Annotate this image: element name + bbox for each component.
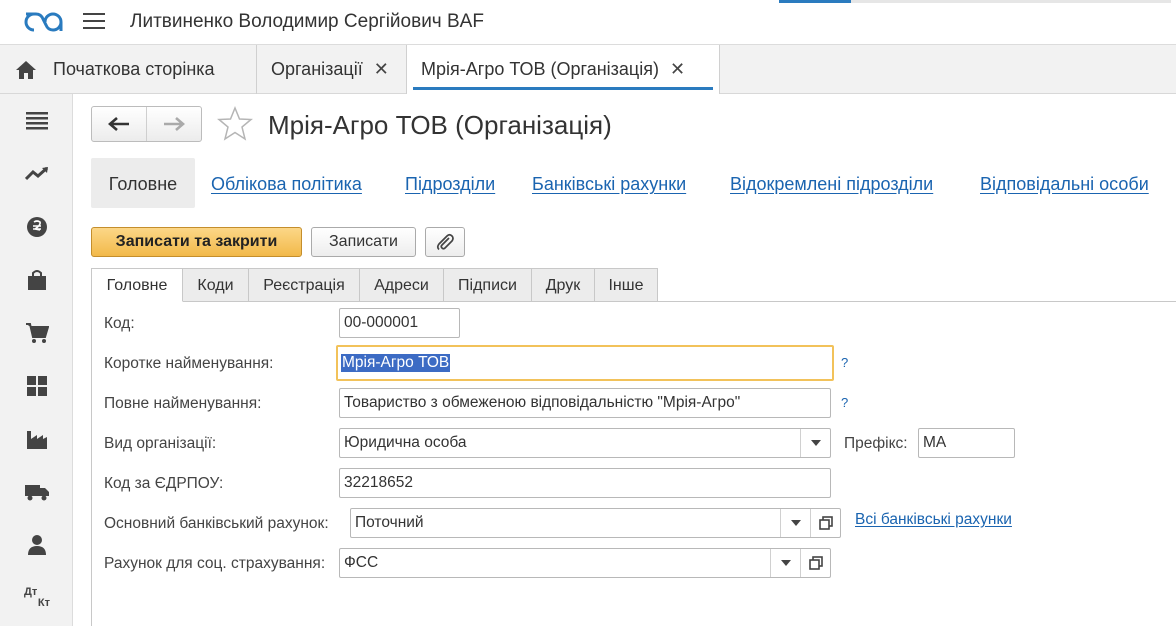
- chevron-down-icon: [790, 520, 801, 526]
- social-account-value: ФСС: [344, 554, 379, 571]
- short-name-label: Коротке найменування:: [104, 355, 274, 372]
- tab-home-label: Початкова сторінка: [53, 59, 215, 79]
- top-bar: Литвиненко Володимир Сергійович BAF: [0, 0, 1176, 44]
- section-main[interactable]: Головне: [91, 158, 195, 208]
- short-name-field[interactable]: Мрія-Агро ТОВ: [336, 345, 834, 381]
- open-window-icon: [808, 556, 823, 570]
- home-icon: [16, 60, 36, 79]
- org-type-value: Юридична особа: [344, 434, 467, 451]
- save-button[interactable]: Записати: [311, 227, 416, 257]
- tab-organizations-label: Організації: [271, 59, 363, 79]
- 1c-logo-icon[interactable]: [22, 11, 64, 33]
- edrpou-field[interactable]: 32218652: [339, 468, 831, 498]
- social-account-select[interactable]: ФСС: [339, 548, 831, 578]
- help-icon[interactable]: ?: [841, 395, 848, 410]
- debit-credit-icon[interactable]: Дт Кт: [24, 585, 50, 611]
- page-title: Мрія-Агро ТОВ (Організація): [268, 110, 612, 140]
- open-window-icon: [818, 516, 833, 530]
- debit-label: Дт: [24, 586, 38, 598]
- section-accounting-policy[interactable]: Облікова політика: [211, 158, 362, 208]
- close-icon[interactable]: ✕: [670, 59, 685, 80]
- short-name-value: Мрія-Агро ТОВ: [341, 354, 451, 372]
- code-field[interactable]: 00-000001: [339, 308, 460, 338]
- tab-organizations[interactable]: Організації ✕: [257, 45, 407, 94]
- tab-registration[interactable]: Реєстрація: [249, 268, 360, 302]
- hamburger-icon[interactable]: [83, 13, 105, 31]
- section-responsible-persons[interactable]: Відповідальні особи: [980, 158, 1149, 208]
- open-windows-bar: Початкова сторінка Організації ✕ Мрія-Аг…: [0, 44, 1176, 94]
- arrow-left-icon: [107, 117, 129, 131]
- top-accent-line: [779, 0, 851, 3]
- paperclip-icon: [436, 233, 454, 251]
- full-name-label: Повне найменування:: [104, 395, 262, 412]
- factory-icon[interactable]: [24, 426, 50, 452]
- chevron-down-icon: [780, 560, 791, 566]
- tab-signatures[interactable]: Підписи: [444, 268, 532, 302]
- trend-icon[interactable]: [24, 161, 50, 187]
- currency-icon[interactable]: [24, 214, 50, 240]
- app-title: Литвиненко Володимир Сергійович BAF: [130, 11, 484, 32]
- section-separate-divisions[interactable]: Відокремлені підрозділи: [730, 158, 933, 208]
- bank-account-select[interactable]: Поточний: [350, 508, 841, 538]
- top-divider-line: [851, 0, 1171, 3]
- cart-icon[interactable]: [24, 320, 50, 346]
- tab-addresses[interactable]: Адреси: [360, 268, 444, 302]
- section-departments[interactable]: Підрозділи: [405, 158, 495, 208]
- code-label: Код:: [104, 315, 135, 332]
- tab-print[interactable]: Друк: [532, 268, 595, 302]
- shopping-bag-icon[interactable]: [24, 267, 50, 293]
- open-button[interactable]: [810, 509, 840, 537]
- navigation-buttons: [91, 106, 202, 142]
- tab-organization-form-label: Мрія-Агро ТОВ (Організація): [421, 59, 659, 79]
- section-bank-accounts[interactable]: Банківські рахунки: [532, 158, 686, 208]
- dropdown-button[interactable]: [770, 549, 800, 577]
- prefix-field[interactable]: МА: [918, 428, 1015, 458]
- credit-label: Кт: [37, 597, 50, 609]
- sections-sidebar: Дт Кт: [0, 94, 73, 626]
- back-button[interactable]: [92, 107, 147, 141]
- open-button[interactable]: [800, 549, 830, 577]
- form-tabs: Головне Коди Реєстрація Адреси Підписи Д…: [91, 268, 1176, 302]
- edrpou-label: Код за ЄДРПОУ:: [104, 475, 224, 492]
- tab-home[interactable]: Початкова сторінка: [0, 45, 257, 94]
- chevron-down-icon: [810, 440, 821, 446]
- person-icon[interactable]: [24, 532, 50, 558]
- dropdown-button[interactable]: [780, 509, 810, 537]
- warehouse-icon[interactable]: [24, 373, 50, 399]
- all-bank-accounts-link[interactable]: Всі банківські рахунки: [855, 511, 1012, 529]
- save-and-close-button[interactable]: Записати та закрити: [91, 227, 302, 257]
- forward-button[interactable]: [147, 107, 202, 141]
- full-name-field[interactable]: Товариство з обмеженою відповідальністю …: [339, 388, 831, 418]
- prefix-label: Префікс:: [844, 435, 908, 452]
- tab-other[interactable]: Інше: [595, 268, 658, 302]
- tab-main[interactable]: Головне: [91, 268, 183, 302]
- tab-codes[interactable]: Коди: [183, 268, 249, 302]
- dropdown-button[interactable]: [800, 429, 830, 457]
- org-type-label: Вид організації:: [104, 435, 217, 452]
- bank-account-label: Основний банківський рахунок:: [104, 515, 329, 532]
- bank-account-value: Поточний: [355, 514, 424, 531]
- form-sections: Головне Облікова політика Підрозділи Бан…: [91, 158, 1176, 208]
- arrow-right-icon: [163, 117, 185, 131]
- help-icon[interactable]: ?: [841, 355, 848, 370]
- truck-icon[interactable]: [24, 479, 50, 505]
- attach-button[interactable]: [425, 227, 465, 257]
- tab-organization-form[interactable]: Мрія-Агро ТОВ (Організація) ✕: [407, 45, 720, 94]
- star-icon[interactable]: [217, 106, 253, 142]
- social-account-label: Рахунок для соц. страхування:: [104, 555, 326, 572]
- menu-icon[interactable]: [24, 108, 50, 134]
- org-type-select[interactable]: Юридична особа: [339, 428, 831, 458]
- close-icon[interactable]: ✕: [374, 59, 389, 80]
